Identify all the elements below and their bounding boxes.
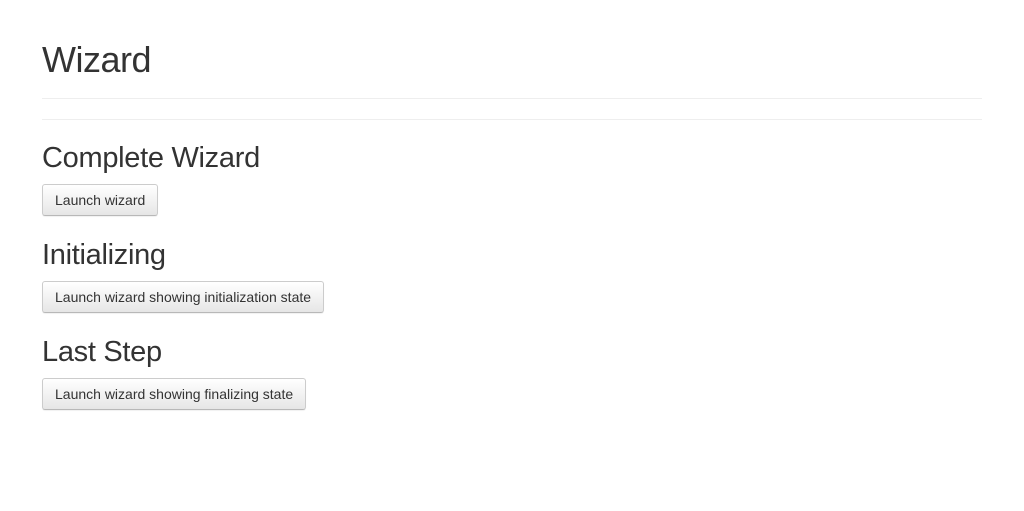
page: Wizard Complete Wizard Launch wizard Ini… xyxy=(0,0,1024,511)
launch-wizard-finalizing-button[interactable]: Launch wizard showing finalizing state xyxy=(42,378,307,410)
section-heading: Initializing xyxy=(42,239,166,271)
divider xyxy=(42,98,982,99)
section-heading: Last Step xyxy=(42,336,162,368)
section-heading: Complete Wizard xyxy=(42,142,260,174)
divider xyxy=(42,119,982,120)
section-last-step: Last Step Launch wizard showing finalizi… xyxy=(42,335,307,410)
page-title: Wizard xyxy=(42,39,152,80)
launch-wizard-initialization-button[interactable]: Launch wizard showing initialization sta… xyxy=(42,281,325,313)
section-initializing: Initializing Launch wizard showing initi… xyxy=(42,238,325,313)
section-complete-wizard: Complete Wizard Launch wizard xyxy=(42,141,260,216)
launch-wizard-button[interactable]: Launch wizard xyxy=(42,184,159,216)
